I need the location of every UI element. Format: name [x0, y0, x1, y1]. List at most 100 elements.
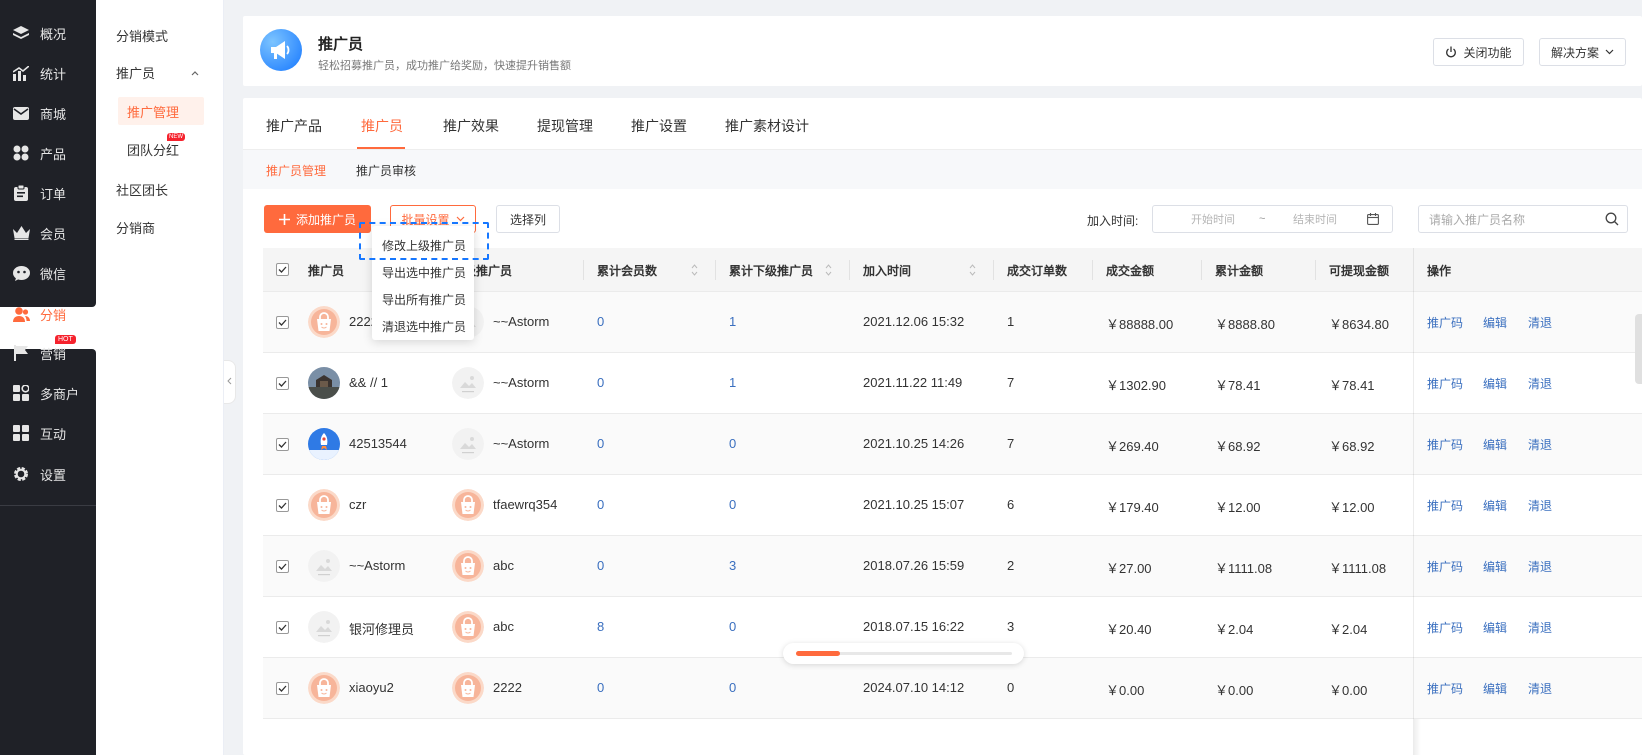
nav-item-label: 分销	[40, 307, 67, 323]
nav-item-stats[interactable]: 统计	[0, 52, 96, 94]
sub-promoter-count-link[interactable]: 0	[729, 436, 736, 451]
col-join-time[interactable]: 加入时间	[863, 262, 911, 279]
edit-link[interactable]: 编辑	[1483, 497, 1507, 514]
edit-link[interactable]: 编辑	[1483, 558, 1507, 575]
sub-nav-promoters-group[interactable]: 推广员	[116, 63, 155, 82]
promo-code-link[interactable]: 推广码	[1427, 436, 1463, 453]
sub-nav-distribution-mode[interactable]: 分销模式	[116, 26, 168, 45]
sub-promoter-count-link[interactable]: 0	[729, 497, 736, 512]
sub-nav-team-dividend[interactable]: 团队分红	[127, 140, 179, 159]
edit-link[interactable]: 编辑	[1483, 619, 1507, 636]
edit-link[interactable]: 编辑	[1483, 314, 1507, 331]
member-count-link[interactable]: 0	[597, 314, 604, 329]
col-sub-promoter-count[interactable]: 累计下级推广员	[729, 262, 813, 279]
promo-code-link[interactable]: 推广码	[1427, 619, 1463, 636]
sub-promoter-count-link[interactable]: 3	[729, 558, 736, 573]
edit-link[interactable]: 编辑	[1483, 375, 1507, 392]
menu-item-remove-selected[interactable]: 清退选中推广员	[382, 318, 466, 335]
row-checkbox[interactable]	[276, 438, 289, 451]
remove-link[interactable]: 清退	[1528, 497, 1552, 514]
row-checkbox[interactable]	[276, 621, 289, 634]
nav-item-wechat[interactable]: 微信	[0, 252, 96, 294]
nav-item-overview[interactable]: 概况	[0, 12, 96, 54]
collapse-sidebar-button[interactable]	[224, 360, 236, 404]
sub-nav-distributors[interactable]: 分销商	[116, 218, 155, 237]
add-promoter-button[interactable]: 添加推广员	[264, 205, 371, 233]
row-checkbox[interactable]	[276, 560, 289, 573]
tab-promotion-settings[interactable]: 推广设置	[631, 116, 687, 136]
nav-item-multi-merchant[interactable]: 多商户	[0, 372, 96, 414]
total-amount: ￥78.41	[1215, 378, 1261, 393]
nav-item-label: 设置	[40, 467, 67, 483]
row-checkbox[interactable]	[276, 377, 289, 390]
tab-promotion-products[interactable]: 推广产品	[266, 116, 322, 136]
subtab-promoter-review[interactable]: 推广员审核	[356, 162, 416, 179]
nav-item-marketing[interactable]: 营销 HOT	[0, 332, 96, 374]
row-checkbox[interactable]	[276, 316, 289, 329]
tab-withdraw-management[interactable]: 提现管理	[537, 116, 593, 136]
edit-link[interactable]: 编辑	[1483, 680, 1507, 697]
member-count-link[interactable]: 0	[597, 375, 604, 390]
sort-icon[interactable]	[969, 264, 976, 279]
select-columns-button[interactable]: 选择列	[496, 205, 560, 233]
close-feature-button[interactable]: 关闭功能	[1433, 38, 1524, 66]
member-count-link[interactable]: 8	[597, 619, 604, 634]
remove-link[interactable]: 清退	[1528, 314, 1552, 331]
promoter-search-input[interactable]: 请输入推广员名称	[1418, 205, 1628, 233]
member-count-link[interactable]: 0	[597, 680, 604, 695]
promo-code-link[interactable]: 推广码	[1427, 497, 1463, 514]
select-all-checkbox[interactable]	[276, 263, 289, 276]
row-checkbox[interactable]	[276, 682, 289, 695]
sub-promoter-count-link[interactable]: 0	[729, 680, 736, 695]
remove-link[interactable]: 清退	[1528, 619, 1552, 636]
subtab-promoter-management[interactable]: 推广员管理	[266, 162, 326, 179]
remove-link[interactable]: 清退	[1528, 436, 1552, 453]
horizontal-scrollbar[interactable]	[783, 643, 1024, 664]
menu-item-export-selected[interactable]: 导出选中推广员	[382, 264, 466, 281]
chevron-up-icon[interactable]	[191, 64, 199, 79]
sub-promoter-count-link[interactable]: 1	[729, 375, 736, 390]
nav-item-settings[interactable]: 设置	[0, 453, 96, 495]
col-promoter: 推广员	[308, 264, 345, 278]
promo-code-link[interactable]: 推广码	[1427, 375, 1463, 392]
nav-item-orders[interactable]: 订单	[0, 172, 96, 214]
sort-icon[interactable]	[691, 264, 698, 279]
promo-code-link[interactable]: 推广码	[1427, 680, 1463, 697]
add-promoter-label: 添加推广员	[295, 212, 356, 227]
tab-promoters[interactable]: 推广员	[361, 116, 403, 136]
edit-link[interactable]: 编辑	[1483, 436, 1507, 453]
nav-item-interaction[interactable]: 互动	[0, 412, 96, 454]
menu-item-export-all[interactable]: 导出所有推广员	[382, 291, 466, 308]
row-checkbox[interactable]	[276, 499, 289, 512]
member-count-link[interactable]: 0	[597, 558, 604, 573]
nav-item-mall[interactable]: 商城	[0, 92, 96, 134]
promo-code-link[interactable]: 推广码	[1427, 314, 1463, 331]
tab-material-design[interactable]: 推广素材设计	[725, 116, 809, 136]
remove-link[interactable]: 清退	[1528, 558, 1552, 575]
sub-promoter-count-link[interactable]: 1	[729, 314, 736, 329]
calendar-icon[interactable]	[1367, 213, 1379, 225]
nav-item-members[interactable]: 会员	[0, 212, 96, 254]
promo-code-link[interactable]: 推广码	[1427, 558, 1463, 575]
remove-link[interactable]: 清退	[1528, 375, 1552, 392]
sort-icon[interactable]	[825, 264, 832, 279]
deal-amount: ￥1302.90	[1106, 378, 1166, 393]
nav-item-distribution[interactable]: 分销	[0, 293, 96, 335]
scrollbar-thumb[interactable]	[796, 651, 840, 656]
col-member-count[interactable]: 累计会员数	[597, 262, 657, 279]
sub-promoter-count-link[interactable]: 0	[729, 619, 736, 634]
start-date-input[interactable]: 开始时间	[1191, 211, 1235, 227]
end-date-input[interactable]: 结束时间	[1293, 211, 1337, 227]
date-range-picker[interactable]: 开始时间 ~ 结束时间	[1152, 205, 1393, 233]
nav-item-label: 营销	[40, 346, 67, 362]
nav-item-products[interactable]: 产品	[0, 132, 96, 174]
sub-nav-community-leader[interactable]: 社区团长	[116, 180, 168, 199]
side-panel-handle[interactable]	[1635, 314, 1642, 384]
search-icon[interactable]	[1605, 212, 1619, 229]
solution-dropdown-button[interactable]: 解决方案	[1539, 38, 1626, 66]
member-count-link[interactable]: 0	[597, 436, 604, 451]
tab-promotion-effect[interactable]: 推广效果	[443, 116, 499, 136]
member-count-link[interactable]: 0	[597, 497, 604, 512]
remove-link[interactable]: 清退	[1528, 680, 1552, 697]
sub-nav-promotion-management[interactable]: 推广管理	[118, 97, 204, 125]
